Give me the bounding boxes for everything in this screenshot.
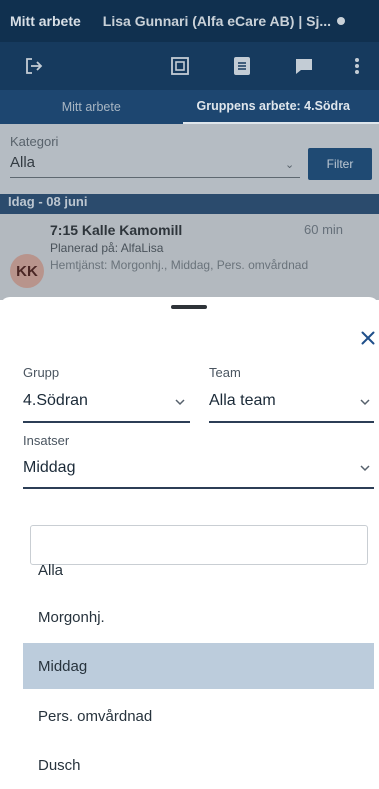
chevron-down-icon bbox=[360, 465, 370, 472]
grupp-select[interactable]: 4.Södran bbox=[23, 392, 88, 410]
kategori-select[interactable]: Alla bbox=[10, 154, 35, 171]
close-icon[interactable] bbox=[357, 327, 379, 349]
chevron-down-icon bbox=[175, 399, 185, 406]
filter-button[interactable]: Filter bbox=[308, 148, 372, 180]
visit-planned: Planerad på: AlfaLisa bbox=[50, 241, 164, 255]
schedule-icon[interactable] bbox=[168, 54, 192, 78]
filter-bar: Kategori Alla ⌄ Filter bbox=[0, 124, 379, 198]
insatser-label: Insatser bbox=[23, 433, 70, 448]
grupp-underline bbox=[23, 421, 190, 423]
avatar: KK bbox=[10, 254, 44, 288]
filter-sheet: Grupp 4.Södran Team Alla team Insatser M… bbox=[0, 297, 379, 789]
more-icon[interactable] bbox=[345, 54, 369, 78]
logout-icon[interactable] bbox=[22, 54, 46, 78]
day-header: Idag - 08 juni bbox=[0, 194, 379, 214]
tab-mitt-arbete[interactable]: Mitt arbete bbox=[0, 90, 183, 124]
option-pers-omvardnad[interactable]: Pers. omvårdnad bbox=[23, 693, 374, 739]
user-info: Lisa Gunnari (Alfa eCare AB) | Sj... bbox=[102, 13, 332, 29]
option-dusch[interactable]: Dusch bbox=[23, 742, 374, 788]
team-label: Team bbox=[209, 365, 241, 380]
drag-handle[interactable] bbox=[171, 305, 207, 309]
insatser-underline bbox=[23, 487, 374, 489]
insatser-select[interactable]: Middag bbox=[23, 459, 75, 477]
visit-duration: 60 min bbox=[304, 222, 344, 237]
option-alla[interactable]: Alla bbox=[23, 547, 374, 593]
kategori-label: Kategori bbox=[10, 134, 59, 149]
visit-services: Hemtjänst: Morgonhj., Middag, Pers. omvå… bbox=[50, 258, 309, 272]
visit-title: 7:15 Kalle Kamomill bbox=[50, 222, 183, 238]
top-bar: Mitt arbete Lisa Gunnari (Alfa eCare AB)… bbox=[0, 0, 379, 42]
option-morgonhj[interactable]: Morgonhj. bbox=[23, 594, 374, 640]
visit-item[interactable]: KK 7:15 Kalle Kamomill 60 min Planerad p… bbox=[0, 214, 379, 300]
app-title: Mitt arbete bbox=[10, 13, 81, 29]
list-icon[interactable] bbox=[230, 54, 254, 78]
team-underline bbox=[209, 421, 374, 423]
tab-gruppens-arbete[interactable]: Gruppens arbete: 4.Södra bbox=[182, 90, 379, 124]
chat-icon[interactable] bbox=[292, 54, 316, 78]
toolbar bbox=[0, 42, 379, 90]
background-app: Mitt arbete Lisa Gunnari (Alfa eCare AB)… bbox=[0, 0, 379, 300]
tab-bar: Mitt arbete Gruppens arbete: 4.Södra bbox=[0, 90, 379, 124]
chevron-down-icon bbox=[360, 399, 370, 406]
grupp-label: Grupp bbox=[23, 365, 60, 380]
chevron-down-icon: ⌄ bbox=[285, 159, 295, 171]
status-dot bbox=[337, 17, 346, 25]
team-select[interactable]: Alla team bbox=[209, 392, 276, 410]
kategori-underline bbox=[10, 177, 300, 178]
option-middag[interactable]: Middag bbox=[23, 643, 374, 689]
